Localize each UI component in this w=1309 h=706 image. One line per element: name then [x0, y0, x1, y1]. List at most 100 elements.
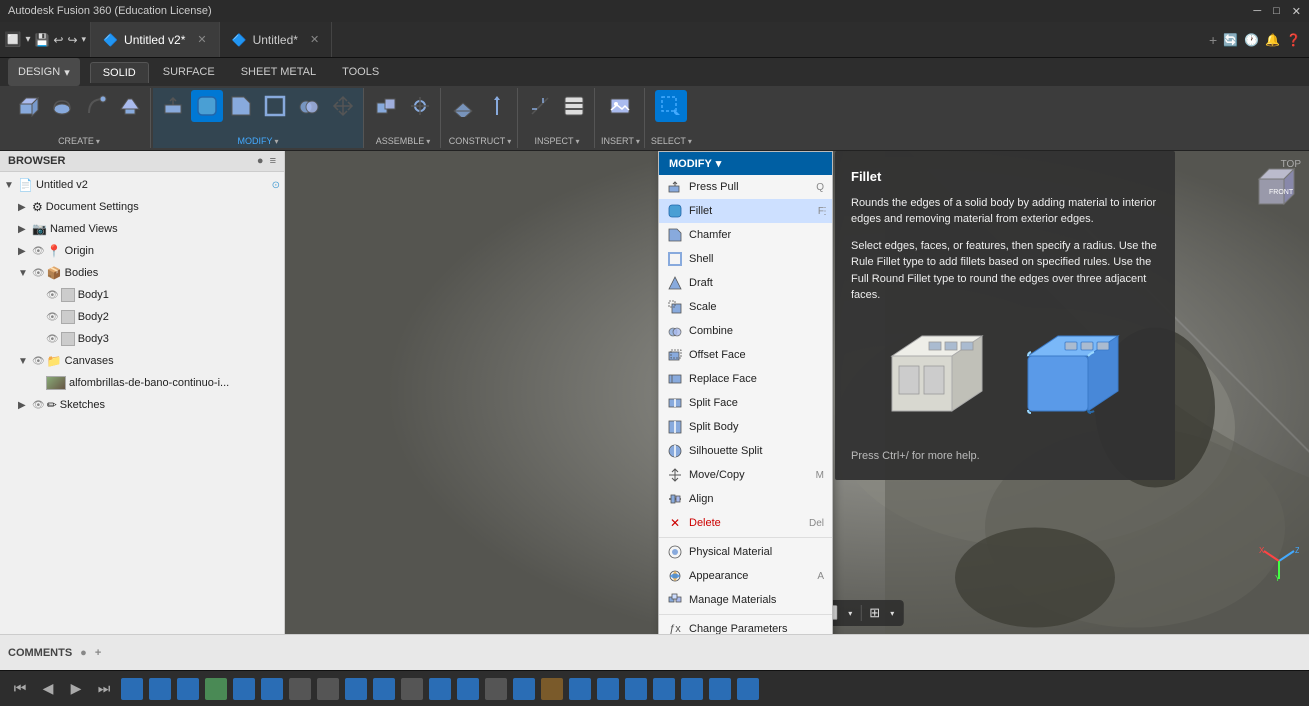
menu-draft[interactable]: Draft: [659, 271, 832, 295]
display-dropdown-btn[interactable]: ▾: [844, 607, 856, 620]
timeline-back-all[interactable]: ⏮: [8, 677, 32, 701]
tree-item-doc-settings[interactable]: ▶ ⚙ Document Settings: [0, 196, 284, 218]
menu-split-body[interactable]: Split Body: [659, 415, 832, 439]
inspect-label[interactable]: INSPECT ▾: [534, 136, 579, 146]
menu-manage-materials[interactable]: Manage Materials: [659, 588, 832, 612]
maximize-btn[interactable]: □: [1273, 5, 1280, 18]
extrude-btn[interactable]: [12, 90, 44, 122]
browser-menu-btn[interactable]: ≡: [270, 155, 276, 167]
save-btn[interactable]: 💾: [34, 33, 49, 47]
menu-change-parameters[interactable]: ƒx Change Parameters: [659, 617, 832, 634]
tree-item-body1[interactable]: 👁 Body1: [0, 284, 284, 306]
insert-image-btn[interactable]: [604, 90, 636, 122]
timeline-item-14[interactable]: [485, 678, 507, 700]
menu-appearance[interactable]: Appearance A: [659, 564, 832, 588]
create-label[interactable]: CREATE ▾: [58, 136, 100, 146]
menu-replace-face[interactable]: Replace Face: [659, 367, 832, 391]
add-tab-btn[interactable]: +: [1209, 32, 1217, 48]
tree-item-bodies[interactable]: ▼ 👁 📦 Bodies: [0, 262, 284, 284]
move-btn[interactable]: [327, 90, 359, 122]
timeline-item-16[interactable]: [541, 678, 563, 700]
tree-item-alfombrillas[interactable]: alfombrillas-de-bano-continuo-i...: [0, 372, 284, 394]
menu-shell[interactable]: Shell: [659, 247, 832, 271]
tab-untitled-v2[interactable]: 🔷 Untitled v2* ✕: [91, 22, 220, 57]
refresh-btn[interactable]: 🔄: [1223, 33, 1238, 47]
tab-tools[interactable]: TOOLS: [330, 62, 391, 82]
eye-icon-body3[interactable]: 👁: [46, 334, 59, 345]
menu-silhouette-split[interactable]: Silhouette Split: [659, 439, 832, 463]
comments-expand-btn[interactable]: ●: [80, 647, 87, 659]
notify-btn[interactable]: 🔔: [1265, 33, 1280, 47]
select-btn[interactable]: [655, 90, 687, 122]
joint-btn[interactable]: [404, 90, 436, 122]
tree-item-sketches[interactable]: ▶ 👁 ✏ Sketches: [0, 394, 284, 416]
redo-btn[interactable]: ↪: [67, 33, 77, 47]
tab-sheet-metal[interactable]: SHEET METAL: [229, 62, 328, 82]
timeline-item-11[interactable]: [401, 678, 423, 700]
shell-btn[interactable]: [259, 90, 291, 122]
tree-item-untitled[interactable]: ▼ 📄 Untitled v2 ⊙: [0, 174, 284, 196]
menu-align[interactable]: Align: [659, 487, 832, 511]
eye-icon-sketches[interactable]: 👁: [32, 400, 45, 411]
timeline-item-7[interactable]: [289, 678, 311, 700]
timeline-item-17[interactable]: [569, 678, 591, 700]
comments-add-btn[interactable]: +: [95, 647, 101, 659]
timeline-item-10[interactable]: [373, 678, 395, 700]
insert-label[interactable]: INSERT ▾: [601, 136, 640, 146]
new-btn[interactable]: ▾: [25, 34, 30, 45]
grid-dropdown-btn[interactable]: ▾: [886, 607, 898, 620]
menu-move-copy[interactable]: Move/Copy M: [659, 463, 832, 487]
tab-close-1[interactable]: ✕: [197, 33, 206, 46]
timeline-back[interactable]: ◀: [36, 677, 60, 701]
timeline-item-1[interactable]: [121, 678, 143, 700]
plane-btn[interactable]: [447, 90, 479, 122]
assemble-label[interactable]: ASSEMBLE ▾: [376, 136, 431, 146]
eye-icon-origin[interactable]: 👁: [32, 246, 45, 257]
sweep-btn[interactable]: [80, 90, 112, 122]
design-dropdown[interactable]: DESIGN ▾: [8, 58, 80, 86]
timeline-item-19[interactable]: [625, 678, 647, 700]
timeline-item-5[interactable]: [233, 678, 255, 700]
tree-item-canvases[interactable]: ▼ 👁 📁 Canvases: [0, 350, 284, 372]
timeline-play[interactable]: ▶: [64, 677, 88, 701]
tab-surface[interactable]: SURFACE: [151, 62, 227, 82]
undo-arrow[interactable]: ▾: [82, 34, 87, 45]
zebra-btn[interactable]: [558, 90, 590, 122]
tree-item-named-views[interactable]: ▶ 📷 Named Views: [0, 218, 284, 240]
history-btn[interactable]: 🕐: [1244, 33, 1259, 47]
menu-scale[interactable]: Scale: [659, 295, 832, 319]
menu-offset-face[interactable]: Offset Face: [659, 343, 832, 367]
modify-dropdown-header[interactable]: MODIFY ▾: [659, 152, 832, 175]
eye-icon-body2[interactable]: 👁: [46, 312, 59, 323]
fillet-more-icon[interactable]: ⋮: [820, 206, 830, 217]
menu-chamfer[interactable]: Chamfer: [659, 223, 832, 247]
menu-split-face[interactable]: Split Face: [659, 391, 832, 415]
timeline-item-12[interactable]: [429, 678, 451, 700]
select-label[interactable]: SELECT ▾: [651, 136, 692, 146]
viewport[interactable]: TOP FRONT Z X Y: [285, 151, 1309, 634]
timeline-item-18[interactable]: [597, 678, 619, 700]
tab-solid[interactable]: SOLID: [90, 62, 149, 83]
measure-btn[interactable]: [524, 90, 556, 122]
eye-icon-body1[interactable]: 👁: [46, 290, 59, 301]
timeline-item-22[interactable]: [709, 678, 731, 700]
tab-close-2[interactable]: ✕: [310, 33, 319, 46]
timeline-item-20[interactable]: [653, 678, 675, 700]
minimize-btn[interactable]: ─: [1253, 5, 1261, 18]
browser-expand-btn[interactable]: ●: [257, 155, 264, 167]
eye-icon-bodies[interactable]: 👁: [32, 268, 45, 279]
close-btn[interactable]: ✕: [1292, 5, 1301, 18]
eye-icon-0[interactable]: ⊙: [272, 180, 280, 191]
menu-press-pull[interactable]: Press Pull Q: [659, 175, 832, 199]
timeline-item-21[interactable]: [681, 678, 703, 700]
timeline-fwd-all[interactable]: ⏭: [92, 677, 116, 701]
timeline-item-3[interactable]: [177, 678, 199, 700]
eye-icon-canvases[interactable]: 👁: [32, 356, 45, 367]
timeline-item-23[interactable]: [737, 678, 759, 700]
component-btn[interactable]: [370, 90, 402, 122]
timeline-item-13[interactable]: [457, 678, 479, 700]
combine-btn[interactable]: [293, 90, 325, 122]
grid-btn[interactable]: ⊞: [865, 603, 884, 623]
axis-btn[interactable]: [481, 90, 513, 122]
menu-fillet[interactable]: Fillet F ⋮: [659, 199, 832, 223]
